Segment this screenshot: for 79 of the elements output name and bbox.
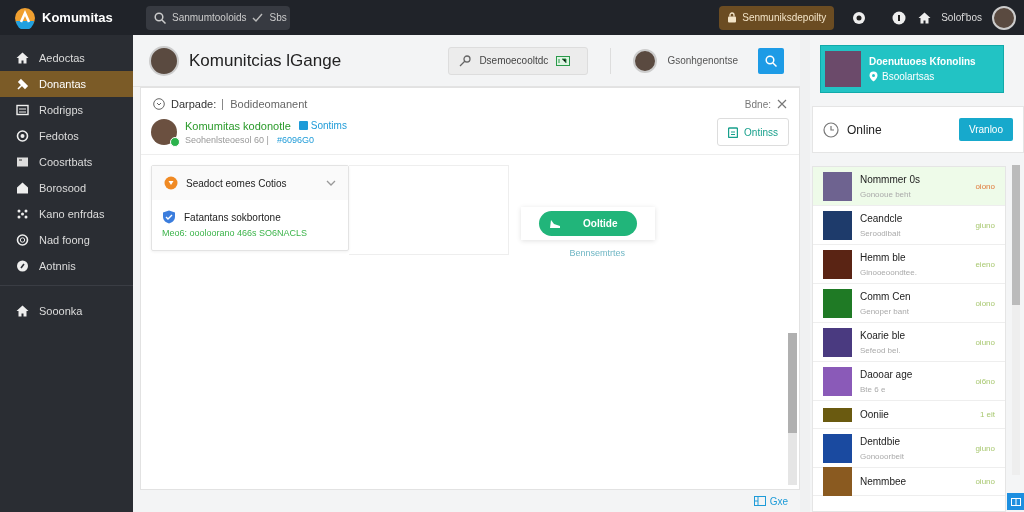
- photo-placeholder: [823, 288, 852, 318]
- post-meta: Seohenlsteoesol 60 |: [185, 134, 269, 145]
- clock-icon: [823, 121, 839, 138]
- list-item[interactable]: Nommmer 0s Gonooue beht oiono: [813, 167, 1005, 206]
- grid-icon: [1010, 497, 1021, 506]
- photo-placeholder: [823, 210, 852, 240]
- avatar: [149, 45, 179, 76]
- feature-title: Doenutuoes Kfonolins: [869, 56, 976, 67]
- check-icon: [252, 12, 264, 23]
- key-icon: [459, 54, 472, 67]
- floating-button[interactable]: [1007, 493, 1024, 510]
- post-tag: Sontims: [298, 120, 347, 131]
- feature-subtitle: Bsoolartsas: [882, 71, 935, 82]
- card-icon: [556, 55, 571, 66]
- sidebar-item[interactable]: Donantas: [0, 71, 133, 97]
- search-button[interactable]: [758, 47, 784, 74]
- sidebar-item[interactable]: Aotnnis: [0, 253, 133, 279]
- photo-placeholder: [823, 407, 852, 422]
- dots-icon: [16, 208, 29, 220]
- photo-placeholder: [823, 327, 852, 357]
- scrollbar[interactable]: [1012, 165, 1020, 475]
- photo-placeholder: [825, 51, 861, 87]
- divider-icon: [222, 98, 225, 110]
- card-icon: [16, 156, 29, 168]
- shield-icon: [162, 210, 176, 224]
- target-icon: [16, 130, 29, 142]
- house-icon: [16, 182, 29, 194]
- photo-placeholder: [823, 433, 852, 463]
- sidebar-item[interactable]: Kano enfrdas: [0, 201, 133, 227]
- home-icon[interactable]: [918, 11, 932, 24]
- page-title: Komunitcias lGange: [189, 50, 343, 71]
- sidebar-item[interactable]: Rodrigps: [0, 97, 133, 123]
- scrollbar[interactable]: [788, 333, 797, 485]
- circle-icon: [16, 260, 29, 272]
- dropdown-header[interactable]: Seadoct eomes Cotios: [152, 166, 348, 200]
- photo-placeholder: [823, 366, 852, 396]
- sidebar-item[interactable]: Aedoctas: [0, 45, 133, 71]
- ring-icon: [16, 234, 29, 246]
- status-label: Online: [847, 122, 883, 137]
- chevron-circle-icon: [153, 98, 165, 110]
- lock-icon: [727, 12, 738, 23]
- badge-icon: [164, 176, 178, 190]
- close-icon[interactable]: [777, 99, 787, 109]
- photo-placeholder: [823, 467, 852, 496]
- action-note: Bennsemtrtes: [569, 248, 625, 258]
- search-field[interactable]: Dsemoecooltdc: [448, 46, 589, 75]
- brand-name: Komumitas: [42, 10, 113, 25]
- notification-badge[interactable]: Senmuniksdepoilty: [719, 5, 835, 30]
- option-note: Meo6: oooloorano 466s SO6NACLS: [162, 228, 309, 238]
- sidebar-item[interactable]: Coosrtbats: [0, 149, 133, 175]
- photo-placeholder: [823, 249, 852, 279]
- search-icon: [154, 11, 166, 24]
- list-item[interactable]: Nemmbee oiuno: [813, 468, 1005, 496]
- logo-icon: [14, 6, 36, 29]
- home-icon: [16, 52, 29, 64]
- location-icon: [869, 71, 878, 82]
- user-name[interactable]: Solof'bos: [941, 12, 982, 23]
- author-name[interactable]: Komumitas kodonotle: [185, 119, 291, 132]
- sidebar-item[interactable]: Nad foong: [0, 227, 133, 253]
- profile-name: Gsonhgenontse: [667, 55, 738, 66]
- photo-placeholder: [823, 171, 852, 201]
- sidebar-item[interactable]: Sooonka: [0, 298, 133, 324]
- search-icon: [765, 54, 777, 67]
- info-icon[interactable]: [892, 10, 907, 25]
- avatar: [633, 48, 658, 73]
- clipboard-icon: [728, 126, 739, 138]
- sidebar-item[interactable]: Fedotos: [0, 123, 133, 149]
- home-icon: [16, 305, 29, 317]
- option-label[interactable]: Fatantans sokbortone: [184, 211, 281, 223]
- tag-icon: [298, 121, 308, 130]
- user-avatar[interactable]: [992, 5, 1016, 30]
- breadcrumb-detail: Bodideomanent: [230, 98, 308, 110]
- close-label: Bdne:: [744, 98, 771, 110]
- breadcrumb[interactable]: Darpade:: [171, 98, 217, 110]
- list-icon: [16, 104, 29, 116]
- sidebar-item[interactable]: Borosood: [0, 175, 133, 201]
- search-field[interactable]: Sanmumtooloids Sbs: [146, 5, 290, 30]
- grid-icon: [753, 496, 766, 506]
- chevron-down-icon: [326, 180, 336, 186]
